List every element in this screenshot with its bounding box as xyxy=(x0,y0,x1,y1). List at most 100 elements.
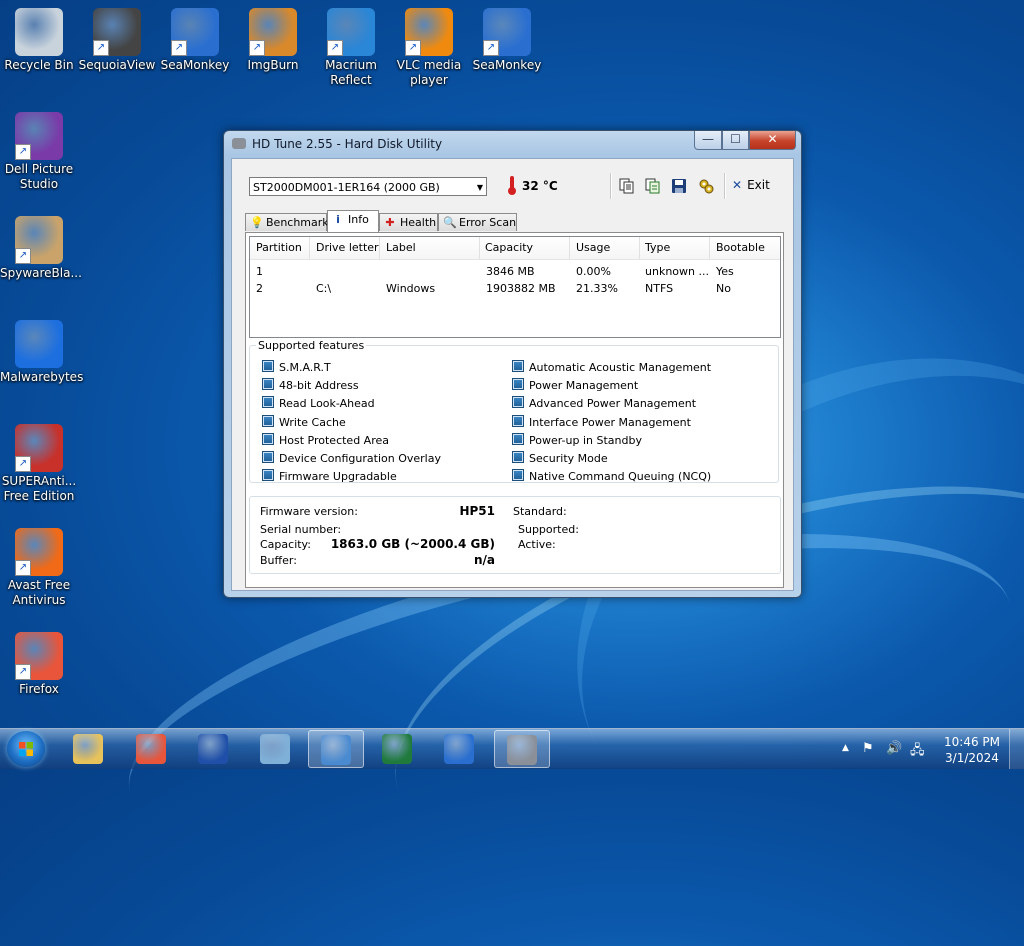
taskbar-button-firefox[interactable] xyxy=(124,730,180,768)
clock[interactable]: 10:46 PM 3/1/2024 xyxy=(944,734,1000,766)
table-row[interactable]: 1 3846 MB 0.00% unknown ... Yes xyxy=(250,263,780,280)
exit-button[interactable]: ✕ Exit xyxy=(732,178,770,192)
column-header[interactable]: Partition xyxy=(256,241,302,254)
label-cell: Windows xyxy=(386,282,436,295)
taskbar-button-explorer[interactable] xyxy=(61,730,117,768)
desktop-icon[interactable]: Malwarebytes xyxy=(0,320,83,385)
capacity-value: 1863.0 GB (~2000.4 GB) xyxy=(330,537,495,551)
firmware-label: Firmware version: xyxy=(260,505,358,518)
imgburn-icon: ↗ xyxy=(249,8,297,56)
close-button[interactable]: ✕ xyxy=(749,131,796,150)
feature-label: Native Command Queuing (NCQ) xyxy=(529,470,712,484)
tab-info[interactable]: i Info xyxy=(327,210,379,232)
action-center-flag-icon[interactable]: ⚑ xyxy=(862,741,874,756)
show-hidden-icons-button[interactable]: ▲ xyxy=(842,743,849,753)
excel-icon xyxy=(382,734,412,764)
taskbar-button-control-panel[interactable] xyxy=(308,730,364,768)
feature-label: S.M.A.R.T xyxy=(279,361,331,374)
capacity-cell: 1903882 MB xyxy=(486,282,556,295)
desktop-icon-label: SeaMonkey xyxy=(160,58,230,72)
drive-select[interactable]: ST2000DM001-1ER164 (2000 GB) ▼ xyxy=(249,177,487,196)
copy-icon[interactable] xyxy=(619,178,635,194)
hd-tune-window: HD Tune 2.55 - Hard Disk Utility — ☐ ✕ S… xyxy=(223,130,802,598)
spywareblaster-icon: ↗ xyxy=(15,216,63,264)
tab-error-scan[interactable]: 🔍 Error Scan xyxy=(438,213,517,231)
tab-benchmark[interactable]: 💡 Benchmark xyxy=(245,213,329,231)
clock-date: 3/1/2024 xyxy=(945,751,999,765)
column-header[interactable]: Usage xyxy=(576,241,610,254)
feature-checkbox-icon xyxy=(262,469,274,482)
capacity-label: Capacity: xyxy=(260,538,311,551)
control-panel-icon xyxy=(321,735,351,765)
taskbar-button-paint[interactable] xyxy=(248,730,304,768)
feature-label: Firmware Upgradable xyxy=(279,470,397,484)
feature-item: Firmware Upgradable xyxy=(262,469,397,483)
feature-label: Power-up in Standby xyxy=(529,433,642,447)
capacity-cell: 3846 MB xyxy=(486,265,535,278)
paint-icon xyxy=(260,734,290,764)
desktop-icon[interactable]: ↗ Dell Picture Studio xyxy=(0,112,78,192)
windows-logo-icon xyxy=(19,742,33,756)
shortcut-arrow-icon: ↗ xyxy=(15,456,31,472)
desktop-icon[interactable]: ↗ Avast Free Antivirus xyxy=(0,528,78,608)
volume-icon[interactable]: 🔊 xyxy=(886,741,902,756)
feature-item: Device Configuration Overlay xyxy=(262,451,441,465)
taskbar-button-excel[interactable] xyxy=(370,730,426,768)
desktop-icon[interactable]: ↗ SequoiaView xyxy=(78,8,156,73)
partition-list[interactable]: Partition Drive letter Label Capacity Us… xyxy=(249,236,781,338)
feature-checkbox-icon xyxy=(512,396,524,409)
desktop-icon[interactable]: ↗ VLC media player xyxy=(390,8,468,88)
desktop-icon-label: Dell Picture Studio xyxy=(4,162,74,191)
feature-item: Power-up in Standby xyxy=(512,432,642,447)
window-title: HD Tune 2.55 - Hard Disk Utility xyxy=(252,137,443,151)
desktop-icon-label: ImgBurn xyxy=(247,58,299,72)
desktop-icon[interactable]: ↗ SUPERAnti... Free Edition xyxy=(0,424,78,504)
maximize-button[interactable]: ☐ xyxy=(722,131,749,150)
minimize-button[interactable]: — xyxy=(694,131,722,150)
desktop-icon[interactable]: ↗ ImgBurn xyxy=(234,8,312,73)
column-header[interactable]: Type xyxy=(645,241,670,254)
desktop-icon-label: Avast Free Antivirus xyxy=(7,578,71,607)
start-button[interactable] xyxy=(7,731,45,767)
options-icon[interactable] xyxy=(698,178,714,194)
column-header[interactable]: Bootable xyxy=(716,241,765,254)
toolbar-separator xyxy=(610,173,612,199)
taskbar-button-word[interactable] xyxy=(186,730,242,768)
feature-checkbox-icon xyxy=(262,451,274,463)
save-icon[interactable] xyxy=(671,178,687,194)
feature-checkbox-icon xyxy=(262,432,274,445)
feature-item: Native Command Queuing (NCQ) xyxy=(512,469,711,483)
desktop-icon[interactable]: ↗ SeaMonkey xyxy=(156,8,234,73)
bootable-cell: Yes xyxy=(716,265,734,278)
column-header[interactable]: Drive letter xyxy=(316,241,379,254)
table-row[interactable]: 2 C:\ Windows 1903882 MB 21.33% NTFS No xyxy=(250,280,780,297)
copy-all-icon[interactable] xyxy=(645,178,661,194)
desktop-icon[interactable]: ↗ SeaMonkey xyxy=(468,8,546,73)
column-header[interactable]: Label xyxy=(386,241,416,254)
hd-tune-icon xyxy=(507,735,537,765)
column-header[interactable]: Capacity xyxy=(485,241,533,254)
type-cell: NTFS xyxy=(645,282,674,295)
seamonkey-icon: ↗ xyxy=(171,8,219,56)
shortcut-arrow-icon: ↗ xyxy=(327,40,343,56)
feature-label: Power Management xyxy=(529,379,639,393)
tab-health[interactable]: ✚ Health xyxy=(379,213,438,231)
usage-cell: 0.00% xyxy=(576,265,611,278)
network-icon[interactable]: 🖧 xyxy=(910,741,925,763)
desktop-icon[interactable]: Recycle Bin xyxy=(0,8,78,73)
title-bar[interactable]: HD Tune 2.55 - Hard Disk Utility — ☐ ✕ xyxy=(224,131,801,157)
desktop-icon[interactable]: ↗ SpywareBla... xyxy=(0,216,82,281)
drive-select-value: ST2000DM001-1ER164 (2000 GB) xyxy=(253,181,440,194)
desktop-icon[interactable]: ↗ Firefox xyxy=(0,632,78,697)
feature-item: Write Cache xyxy=(262,414,346,429)
show-desktop-button[interactable] xyxy=(1009,729,1024,769)
desktop-icon[interactable]: ↗ Macrium Reflect xyxy=(312,8,390,88)
type-cell: unknown ... xyxy=(645,265,709,278)
taskbar-button-seamonkey[interactable] xyxy=(432,730,488,768)
partition-cell: 1 xyxy=(256,265,263,278)
taskbar-button-hd-tune[interactable] xyxy=(494,730,550,768)
dell-picture-studio-icon: ↗ xyxy=(15,112,63,160)
feature-item: Advanced Power Management xyxy=(512,396,696,410)
shortcut-arrow-icon: ↗ xyxy=(15,144,31,160)
supported-features-legend: Supported features xyxy=(258,339,365,352)
